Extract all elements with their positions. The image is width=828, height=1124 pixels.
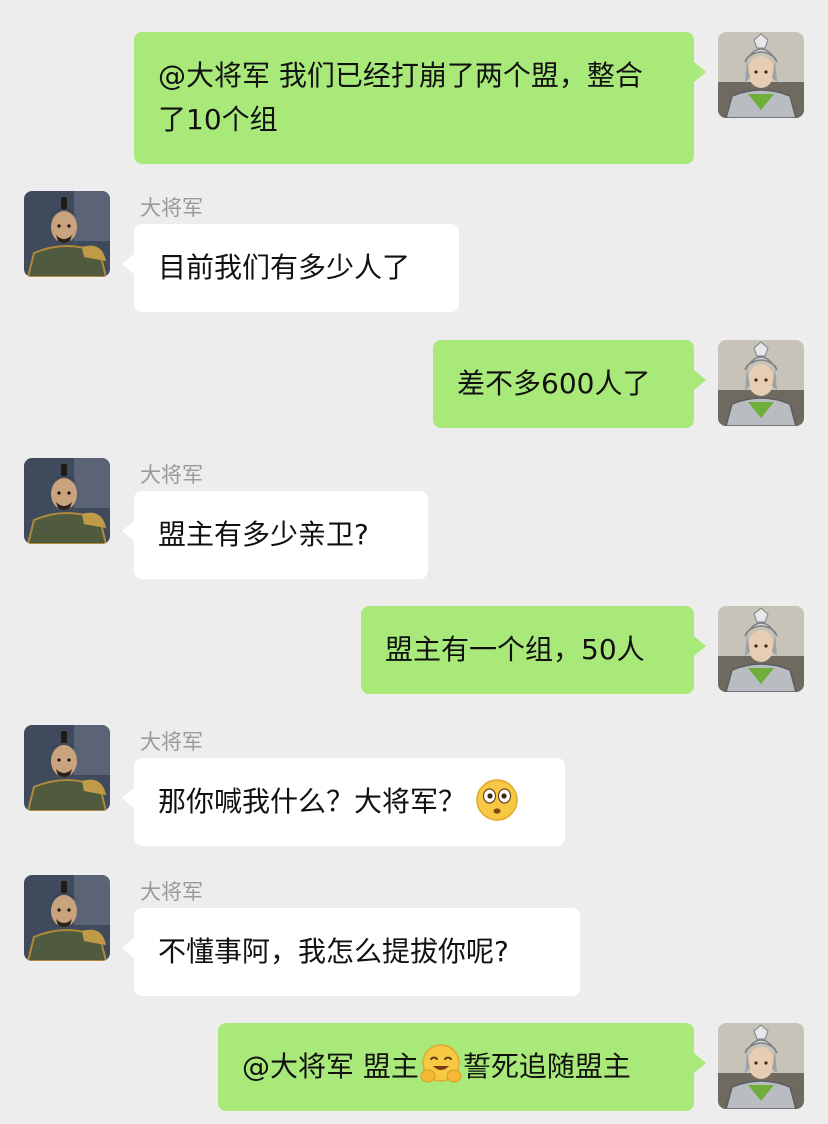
sender-name: 大将军 (140, 463, 203, 487)
hugging-face-emoji-icon (419, 1043, 463, 1087)
contact-avatar[interactable] (24, 875, 110, 961)
flushed-face-emoji-icon (475, 778, 519, 822)
message-bubble[interactable]: 差不多600人了 (433, 340, 706, 428)
sender-name: 大将军 (140, 880, 203, 904)
message-bubble[interactable]: 目前我们有多少人了 (122, 224, 459, 312)
my-avatar[interactable] (718, 340, 804, 426)
general-avatar-icon (24, 458, 110, 544)
message-bubble[interactable]: @大将军 我们已经打崩了两个盟，整合了10个组 (134, 32, 706, 164)
armored-warrior-avatar-icon (718, 32, 804, 118)
contact-avatar[interactable] (24, 191, 110, 277)
armored-warrior-avatar-icon (718, 340, 804, 426)
my-avatar[interactable] (718, 606, 804, 692)
message-text: 差不多600人了 (457, 367, 651, 400)
contact-avatar[interactable] (24, 458, 110, 544)
message-text: 盟主有多少亲卫? (158, 518, 369, 551)
armored-warrior-avatar-icon (718, 1023, 804, 1109)
my-avatar[interactable] (718, 1023, 804, 1109)
message-text: 目前我们有多少人了 (158, 251, 411, 284)
message-text: @大将军 我们已经打崩了两个盟，整合了10个组 (158, 59, 643, 136)
general-avatar-icon (24, 875, 110, 961)
message-bubble[interactable]: @大将军 盟主 誓死追随盟主 (218, 1023, 706, 1111)
message-text: 盟主有一个组，50人 (385, 633, 645, 666)
sender-name: 大将军 (140, 730, 203, 754)
message-text: 誓死追随盟主 (462, 1050, 631, 1083)
message-bubble[interactable]: 盟主有多少亲卫? (122, 491, 428, 579)
message-text: 不懂事阿，我怎么提拔你呢? (158, 935, 509, 968)
message-bubble[interactable]: 不懂事阿，我怎么提拔你呢? (122, 908, 580, 996)
general-avatar-icon (24, 725, 110, 811)
message-text: 那你喊我什么？大将军？ (158, 785, 467, 818)
armored-warrior-avatar-icon (718, 606, 804, 692)
message-bubble[interactable]: 那你喊我什么？大将军？ (122, 758, 565, 846)
contact-avatar[interactable] (24, 725, 110, 811)
message-bubble[interactable]: 盟主有一个组，50人 (361, 606, 706, 694)
my-avatar[interactable] (718, 32, 804, 118)
message-text: @大将军 盟主 (242, 1050, 419, 1083)
chat-log: @大将军 我们已经打崩了两个盟，整合了10个组 大将军 目前我们有多少人了 差不… (0, 0, 828, 1124)
sender-name: 大将军 (140, 196, 203, 220)
general-avatar-icon (24, 191, 110, 277)
